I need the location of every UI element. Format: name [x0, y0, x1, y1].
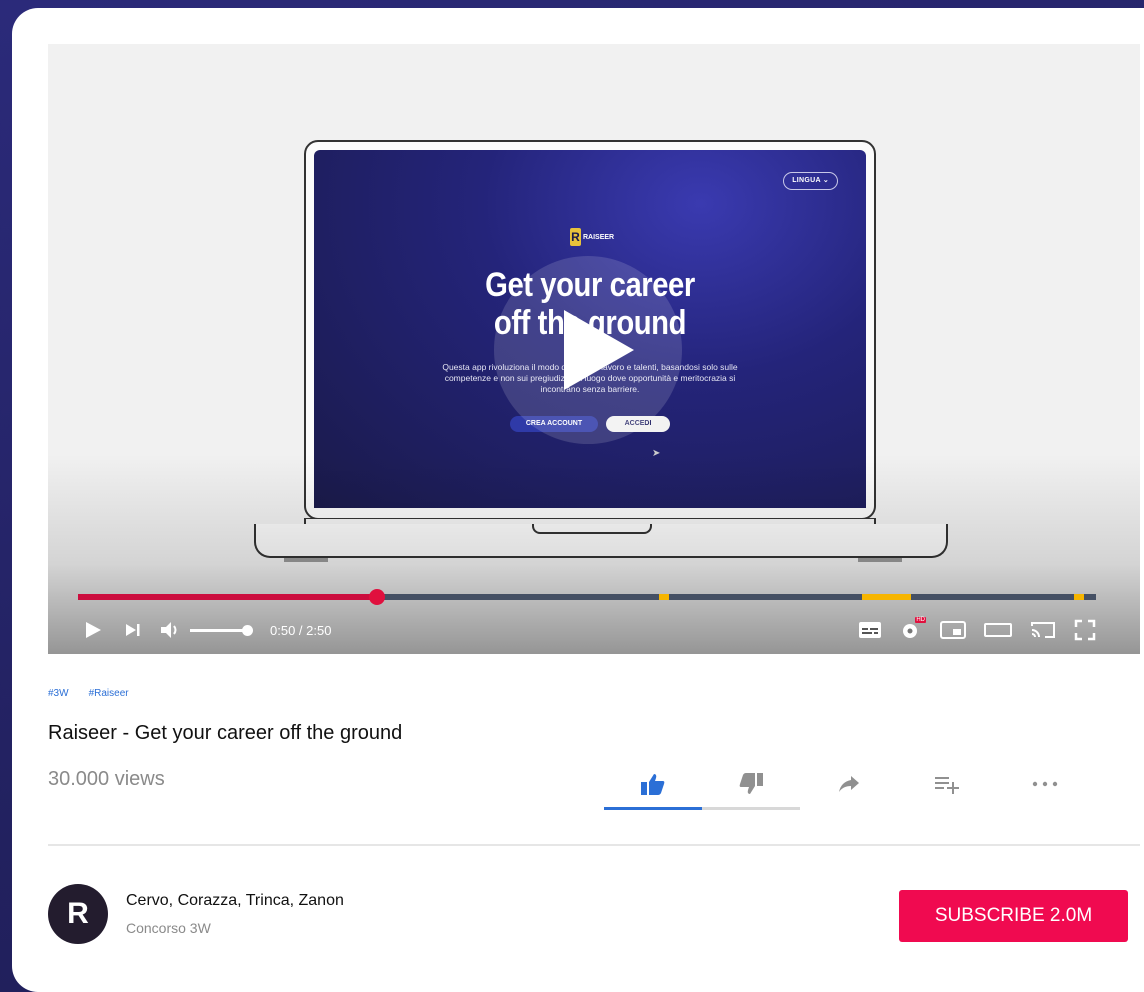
hashtag-link[interactable]: #3W [48, 688, 69, 699]
video-player[interactable]: LINGUA ⌄ R RAISEER Get your career off t… [48, 44, 1140, 654]
chapter-marker [902, 594, 911, 600]
settings-button[interactable]: HD [900, 617, 926, 641]
play-button[interactable] [78, 621, 108, 639]
hashtag-link[interactable]: #Raiseer [89, 688, 129, 699]
volume-icon [161, 622, 177, 638]
raiseer-logo: R RAISEER [570, 228, 615, 246]
theater-mode-button[interactable] [984, 620, 1012, 640]
play-icon [564, 310, 634, 390]
video-card: LINGUA ⌄ R RAISEER Get your career off t… [12, 8, 1144, 992]
more-icon [1032, 781, 1058, 787]
theater-icon [984, 623, 1012, 637]
divider [48, 844, 1140, 846]
cast-button[interactable] [1030, 620, 1056, 640]
share-icon [839, 776, 859, 792]
add-to-playlist-button[interactable] [898, 762, 996, 806]
share-button[interactable] [800, 762, 898, 806]
progress-bar[interactable] [78, 589, 1096, 605]
miniplayer-icon [940, 621, 966, 639]
like-ratio-bar [604, 807, 702, 810]
dislike-icon [739, 773, 763, 794]
chapter-marker [659, 594, 670, 600]
player-controls: 0:50 / 2:50 HD [78, 616, 1096, 644]
cast-icon [1031, 622, 1055, 638]
miniplayer-button[interactable] [940, 620, 966, 640]
dislike-ratio-bar [702, 807, 800, 810]
chapter-marker [861, 594, 906, 600]
volume-knob[interactable] [242, 624, 253, 636]
next-icon [126, 624, 140, 636]
video-actions [604, 762, 1094, 810]
hd-badge: HD [915, 617, 926, 623]
channel-avatar[interactable]: R [48, 884, 108, 944]
video-title: Raiseer - Get your career off the ground [48, 722, 403, 744]
dislike-button[interactable] [702, 762, 800, 810]
play-icon [86, 622, 101, 638]
next-button[interactable] [118, 623, 148, 637]
volume-slider[interactable] [190, 624, 253, 636]
add-to-playlist-icon [935, 777, 959, 794]
subscribe-button[interactable]: SUBSCRIBE 2.0M [899, 890, 1128, 942]
time-display: 0:50 / 2:50 [270, 622, 332, 638]
more-button[interactable] [996, 762, 1094, 806]
like-button[interactable] [604, 762, 702, 810]
hashtags: #3W #Raiseer [48, 688, 129, 699]
channel-subtitle: Concorso 3W [126, 920, 211, 936]
view-count: 30.000 views [48, 768, 165, 790]
channel-name[interactable]: Cervo, Corazza, Trinca, Zanon [126, 892, 344, 910]
raiseer-logo-icon: R [67, 897, 89, 930]
fullscreen-button[interactable] [1074, 619, 1096, 641]
mute-button[interactable] [156, 621, 186, 639]
fullscreen-icon [1074, 619, 1096, 641]
subtitles-button[interactable] [858, 620, 882, 640]
language-button: LINGUA ⌄ [783, 172, 838, 190]
subtitles-icon [859, 622, 881, 638]
like-icon [641, 774, 665, 795]
chapter-marker [1073, 594, 1084, 600]
big-play-button[interactable] [494, 256, 682, 444]
progress-played [78, 594, 378, 600]
